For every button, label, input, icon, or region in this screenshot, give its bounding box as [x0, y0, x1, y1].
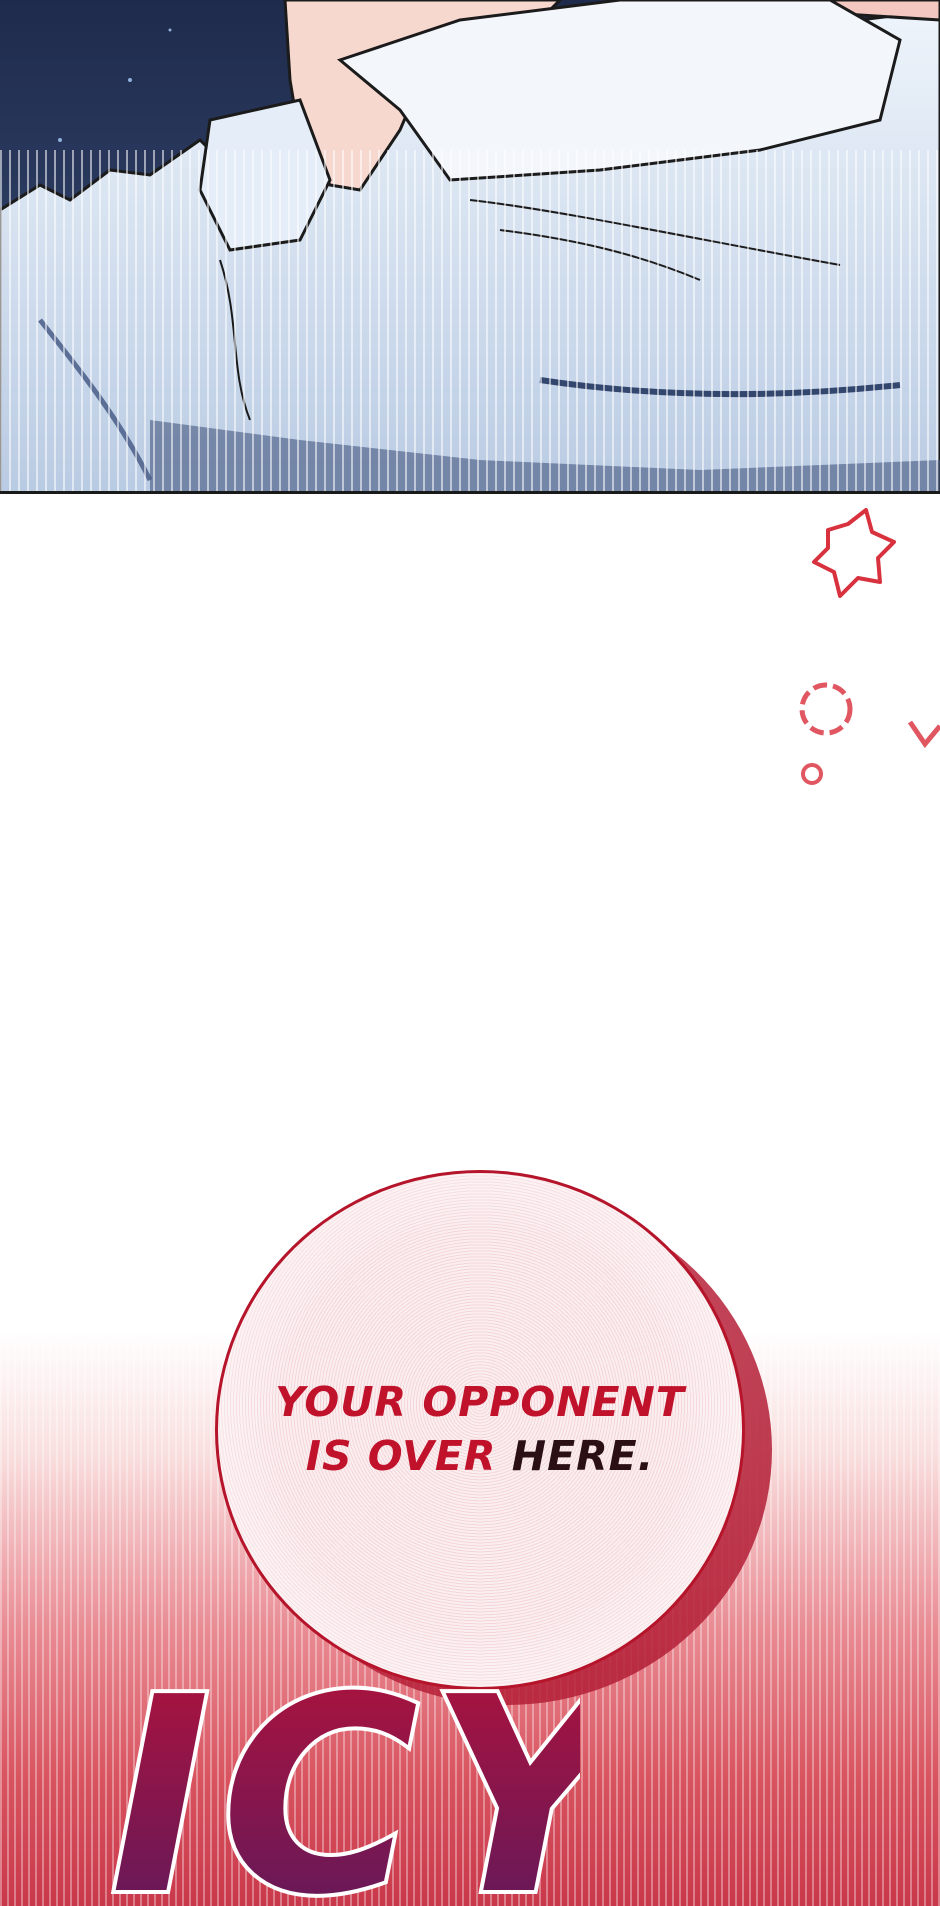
- bubble-line-2: IS OVER HERE.: [215, 1429, 745, 1483]
- sparkle-star-icon: [812, 508, 896, 598]
- bubble-line-1: YOUR OPPONENT: [275, 1378, 685, 1426]
- sfx-icy: ICY: [106, 1635, 580, 1900]
- speed-lines-overlay: [0, 150, 940, 491]
- sfx-text: ICY: [110, 1639, 580, 1900]
- illustration-panel: [0, 0, 940, 494]
- sparkle-partial-icon: [907, 720, 940, 749]
- bubble-line-2b: HERE.: [511, 1432, 655, 1480]
- bubble-line-2a: IS OVER: [305, 1432, 512, 1480]
- speech-bubble-text: YOUR OPPONENT IS OVER HERE.: [215, 1375, 745, 1483]
- sparkle-doodles: [799, 508, 940, 785]
- sparkle-circle-icon: [799, 682, 853, 785]
- webtoon-page: YOUR OPPONENT IS OVER HERE. ICY: [0, 0, 940, 1906]
